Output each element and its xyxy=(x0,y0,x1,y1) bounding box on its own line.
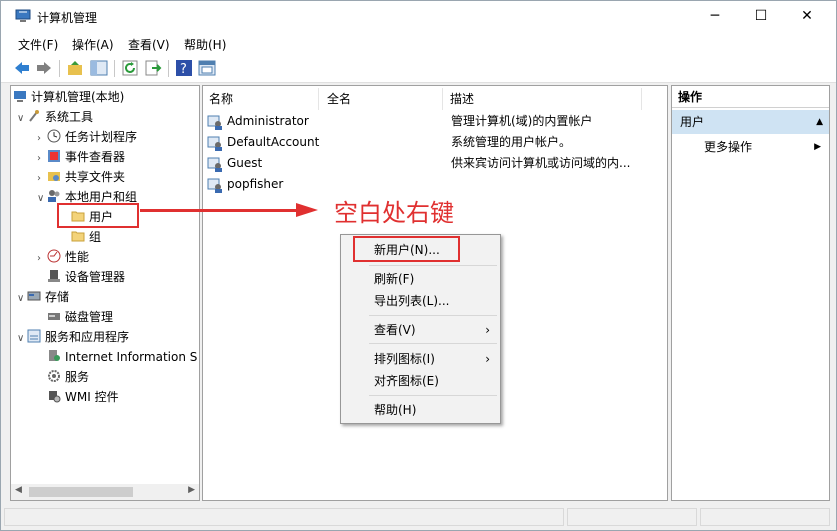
annotation-arrow-head xyxy=(296,203,318,217)
iis-icon xyxy=(47,349,61,363)
event-viewer-icon xyxy=(47,149,61,163)
expand-icon[interactable]: › xyxy=(37,129,47,149)
navigation-tree[interactable]: 计算机管理(本地) ∨系统工具 ›任务计划程序 ›事件查看器 ›共享文件夹 ∨本… xyxy=(10,85,200,501)
computer-management-icon xyxy=(13,89,27,103)
annotation-text: 空白处右键 xyxy=(334,193,454,228)
tree-item-system-tools[interactable]: ∨系统工具 xyxy=(17,107,93,127)
wmi-icon xyxy=(47,389,61,403)
tree-item-event-viewer[interactable]: ›事件查看器 xyxy=(37,147,125,167)
actions-pane: 操作 用户 ▲ 更多操作 ▶ xyxy=(671,85,830,501)
context-arrange-icons[interactable]: 排列图标(I)› xyxy=(341,348,500,370)
svg-text:?: ? xyxy=(180,62,187,77)
tree-item-shared-folders[interactable]: ›共享文件夹 xyxy=(37,167,125,187)
tree-item-groups[interactable]: 组 xyxy=(71,227,101,247)
title-bar: 计算机管理 ─ ☐ ✕ xyxy=(1,1,836,32)
context-export-list[interactable]: 导出列表(L)... xyxy=(341,290,500,312)
list-item[interactable]: popfisher xyxy=(207,174,667,195)
help-icon[interactable]: ? xyxy=(175,59,193,77)
properties-icon[interactable] xyxy=(198,59,216,77)
expand-icon[interactable]: › xyxy=(37,169,47,189)
status-segment xyxy=(567,508,697,526)
collapse-triangle-icon[interactable]: ▲ xyxy=(816,110,823,134)
tree-item-wmi-control[interactable]: WMI 控件 xyxy=(47,387,119,407)
tree-item-device-manager[interactable]: 设备管理器 xyxy=(47,267,125,287)
menu-bar: 文件(F) 操作(A) 查看(V) 帮助(H) xyxy=(1,32,836,54)
submenu-arrow-icon: › xyxy=(485,348,490,370)
users-group-icon xyxy=(47,189,61,203)
status-bar xyxy=(1,504,836,530)
more-actions-link[interactable]: 更多操作 xyxy=(704,138,752,156)
context-refresh[interactable]: 刷新(F) xyxy=(341,268,500,290)
collapse-icon[interactable]: ∨ xyxy=(17,109,27,129)
tree-item-task-scheduler[interactable]: ›任务计划程序 xyxy=(37,127,137,147)
user-icon xyxy=(207,115,223,130)
forward-arrow-icon[interactable] xyxy=(35,59,53,77)
refresh-icon[interactable] xyxy=(121,59,139,77)
tree-horizontal-scrollbar[interactable]: ◀ ▶ xyxy=(11,484,199,500)
storage-icon xyxy=(27,289,41,303)
menu-action[interactable]: 操作(A) xyxy=(72,36,114,53)
computer-management-icon xyxy=(15,9,31,23)
context-view[interactable]: 查看(V)› xyxy=(341,319,500,341)
shared-folder-icon xyxy=(47,169,61,183)
actions-section-users[interactable]: 用户 ▲ xyxy=(672,110,829,134)
menu-view[interactable]: 查看(V) xyxy=(128,36,170,53)
highlight-users-box xyxy=(57,203,139,228)
column-description[interactable]: 描述 xyxy=(444,88,642,110)
back-arrow-icon[interactable] xyxy=(13,59,31,77)
scroll-right-icon[interactable]: ▶ xyxy=(188,485,195,495)
tree-item-disk-management[interactable]: 磁盘管理 xyxy=(47,307,113,327)
list-item[interactable]: Guest 供来宾访问计算机或访问域的内... xyxy=(207,153,667,174)
folder-icon xyxy=(71,229,85,243)
list-item[interactable]: DefaultAccount 系统管理的用户帐户。 xyxy=(207,132,667,153)
column-fullname[interactable]: 全名 xyxy=(321,88,443,110)
context-line-up-icons[interactable]: 对齐图标(E) xyxy=(341,370,500,392)
user-icon xyxy=(207,178,223,193)
submenu-arrow-icon: › xyxy=(485,319,490,341)
tree-item-performance[interactable]: ›性能 xyxy=(37,247,89,267)
status-segment xyxy=(700,508,830,526)
menu-file[interactable]: 文件(F) xyxy=(18,36,58,53)
tree-item-storage[interactable]: ∨存储 xyxy=(17,287,69,307)
column-name[interactable]: 名称 xyxy=(203,88,319,110)
expand-icon[interactable]: › xyxy=(37,149,47,169)
context-help[interactable]: 帮助(H) xyxy=(341,399,500,421)
collapse-icon[interactable]: ∨ xyxy=(17,289,27,309)
clock-icon xyxy=(47,129,61,143)
user-icon xyxy=(207,136,223,151)
scrollbar-thumb[interactable] xyxy=(29,487,133,497)
device-manager-icon xyxy=(47,269,61,283)
performance-icon xyxy=(47,249,61,263)
actions-header: 操作 xyxy=(672,86,829,108)
show-hide-tree-icon[interactable] xyxy=(90,59,108,77)
status-segment xyxy=(4,508,564,526)
minimize-button[interactable]: ─ xyxy=(692,1,738,32)
toolbar: ? xyxy=(1,54,836,83)
menu-help[interactable]: 帮助(H) xyxy=(184,36,226,53)
list-item[interactable]: Administrator 管理计算机(域)的内置帐户 xyxy=(207,111,667,132)
tree-item-services[interactable]: 服务 xyxy=(47,367,89,387)
close-button[interactable]: ✕ xyxy=(784,1,830,32)
services-apps-icon xyxy=(27,329,41,343)
user-icon xyxy=(207,157,223,172)
window-title: 计算机管理 xyxy=(37,9,97,26)
tree-item-computer-management[interactable]: 计算机管理(本地) xyxy=(13,87,124,107)
up-folder-icon[interactable] xyxy=(66,59,84,77)
tree-item-iis[interactable]: Internet Information S xyxy=(47,347,197,367)
tools-icon xyxy=(27,109,41,123)
highlight-new-user-box xyxy=(353,236,460,262)
context-menu: 新用户(N)... 刷新(F) 导出列表(L)... 查看(V)› 排列图标(I… xyxy=(340,234,501,424)
disk-icon xyxy=(47,309,61,323)
maximize-button[interactable]: ☐ xyxy=(738,1,784,32)
expand-icon[interactable]: › xyxy=(37,249,47,269)
collapse-icon[interactable]: ∨ xyxy=(37,189,47,209)
scroll-left-icon[interactable]: ◀ xyxy=(15,485,22,495)
annotation-arrow xyxy=(140,209,298,212)
export-list-icon[interactable] xyxy=(144,59,162,77)
tree-item-services-applications[interactable]: ∨服务和应用程序 xyxy=(17,327,129,347)
collapse-icon[interactable]: ∨ xyxy=(17,329,27,349)
services-gear-icon xyxy=(47,369,61,383)
submenu-arrow-icon: ▶ xyxy=(814,138,821,156)
